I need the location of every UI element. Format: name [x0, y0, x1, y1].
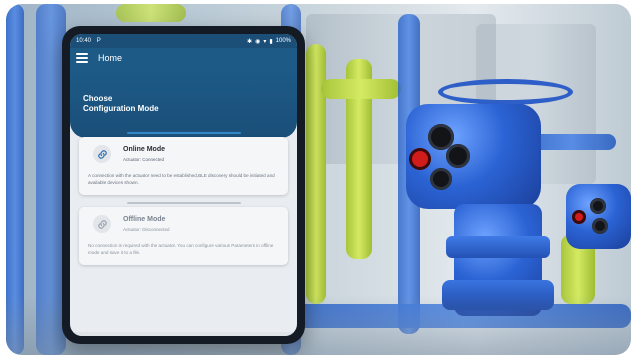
- status-left: 10:40 P: [76, 38, 101, 44]
- battery-percent: 100%: [275, 38, 291, 44]
- link-icon: [93, 145, 111, 163]
- secondary-port-top: [590, 198, 606, 214]
- offline-mode-card[interactable]: Offline Mode Actuator: Disconnected No c…: [79, 207, 288, 265]
- status-time: 10:40: [76, 38, 92, 44]
- yellow-pipe-horizontal: [321, 79, 401, 99]
- handwheel-ring: [438, 79, 573, 105]
- online-mode-status: Actuator: Connected: [123, 157, 165, 162]
- eye-icon: ◉: [255, 38, 261, 45]
- actuator-port-bottom: [430, 168, 452, 190]
- online-mode-title: Online Mode: [123, 146, 165, 153]
- bluetooth-icon: ✱: [247, 38, 253, 45]
- handwheel: [438, 79, 573, 105]
- page-title: Choose Configuration Mode: [83, 94, 159, 113]
- wifi-icon: ▾: [263, 38, 267, 45]
- secondary-port-red: [572, 210, 586, 224]
- background-photo: 10:40 P ✱ ◉ ▾ ▮ 100% Home Choose Configu…: [6, 4, 631, 355]
- app-bar-title: Home: [98, 53, 123, 63]
- offline-mode-indicator: [127, 202, 241, 204]
- tablet-device: 10:40 P ✱ ◉ ▾ ▮ 100% Home Choose Configu…: [62, 26, 305, 344]
- yellow-pipe-top: [116, 4, 186, 22]
- online-mode-card[interactable]: Online Mode Actuator: Connected A connec…: [79, 137, 288, 195]
- status-app-indicator: P: [96, 38, 101, 44]
- tablet-screen: 10:40 P ✱ ◉ ▾ ▮ 100% Home Choose Configu…: [70, 34, 297, 336]
- status-right: ✱ ◉ ▾ ▮ 100%: [247, 38, 291, 45]
- online-mode-indicator: [127, 132, 241, 134]
- offline-mode-description: No connection is required with the actua…: [88, 243, 274, 255]
- status-bar: 10:40 P ✱ ◉ ▾ ▮ 100%: [70, 34, 297, 48]
- hamburger-menu-icon[interactable]: [76, 53, 88, 63]
- screen-bottom: [70, 332, 297, 336]
- battery-icon: ▮: [269, 38, 273, 45]
- offline-mode-status: Actuator: Disconnected: [123, 227, 170, 232]
- secondary-port-bottom: [592, 218, 608, 234]
- actuator-port-center: [446, 144, 470, 168]
- online-mode-description: A connection with the actuator need to b…: [88, 173, 275, 185]
- actuator-port-red: [409, 148, 431, 170]
- valve-actuator-body: [406, 104, 541, 209]
- secondary-actuator: [566, 184, 631, 249]
- link-icon-offline: [93, 215, 111, 233]
- app-bar: Home: [70, 48, 297, 68]
- offline-mode-title: Offline Mode: [123, 216, 166, 223]
- mode-header: Choose Configuration Mode: [70, 68, 297, 138]
- valve-flange: [446, 236, 550, 258]
